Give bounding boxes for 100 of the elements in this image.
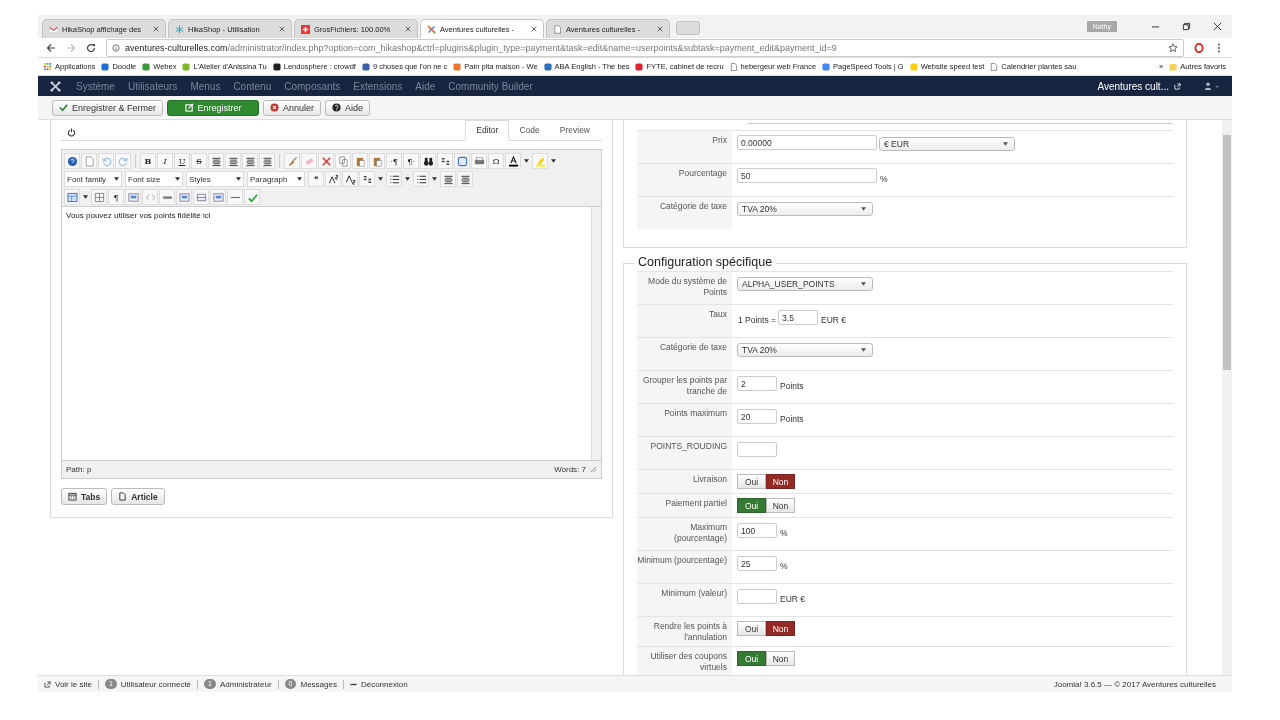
input-field[interactable]: 3.5 [778, 310, 819, 325]
hr-button[interactable] [193, 189, 209, 205]
editor-tab[interactable]: Code [509, 121, 550, 140]
paste-button[interactable] [369, 153, 385, 169]
caret-icon [83, 195, 88, 199]
admin-menu-item[interactable]: Extensions [353, 80, 403, 92]
article-button[interactable]: Article [111, 488, 165, 505]
symbol-button[interactable]: ·¶ [386, 153, 402, 169]
brush-button[interactable] [284, 153, 300, 169]
scrollbar[interactable] [591, 207, 601, 460]
symbol-button[interactable]: Ω [488, 153, 504, 169]
star-icon[interactable] [1168, 42, 1178, 53]
input-field[interactable] [737, 589, 777, 604]
close-icon[interactable] [531, 26, 537, 32]
indent-button[interactable] [457, 171, 473, 187]
textcolor-button[interactable] [505, 153, 521, 169]
line-button[interactable] [227, 189, 243, 205]
subscript-button[interactable] [342, 171, 358, 187]
editor-text[interactable]: Vous pouvez utiliser vos points fidélité ici [66, 211, 211, 220]
toggle-option[interactable]: Oui [737, 651, 766, 667]
help-button[interactable] [64, 153, 80, 169]
site-link[interactable]: Aventures cult... [1097, 80, 1169, 92]
format-dropdown[interactable]: Paragraph [247, 171, 305, 187]
external-link-icon[interactable] [1174, 82, 1181, 90]
toggle-option[interactable]: Non [766, 651, 795, 667]
fullscreen-button[interactable] [454, 153, 470, 169]
input-field[interactable] [737, 442, 777, 457]
reload-icon[interactable] [86, 42, 96, 53]
toggle-option[interactable]: Oui [737, 498, 766, 513]
close-icon[interactable] [405, 26, 411, 32]
restore-icon[interactable] [1182, 22, 1191, 31]
format-dropdown[interactable]: Font family [64, 171, 122, 187]
symbol-button[interactable]: ¶ [108, 189, 124, 205]
italic-button[interactable]: I [157, 153, 173, 169]
status-link[interactable]: Déconnexion [360, 679, 408, 689]
currency-dropdown[interactable]: € EUR [879, 137, 1015, 151]
toggle-option[interactable]: Non [766, 474, 795, 489]
scrollbar[interactable] [1222, 120, 1232, 675]
admin-menu-item[interactable]: Composants [284, 80, 341, 92]
resize-handle-icon[interactable] [590, 466, 597, 473]
underline-button[interactable]: U [174, 153, 190, 169]
toggle-option[interactable]: Oui [737, 621, 766, 636]
input-field[interactable]: 0.00000 [737, 135, 877, 150]
help-button[interactable]: Aide [325, 99, 371, 116]
symbol-button[interactable]: ¶· [403, 153, 419, 169]
editor-tab[interactable]: Editor [465, 120, 510, 141]
input-field[interactable]: 20 [737, 409, 777, 424]
admin-menu-item[interactable]: Utilisateurs [127, 80, 178, 92]
input-field[interactable]: 25 [737, 556, 777, 571]
select-dropdown[interactable]: ALPHA_USER_POINTS [737, 277, 873, 291]
tabs-button[interactable]: Tabs [61, 488, 108, 505]
bold-button[interactable]: B [140, 153, 156, 169]
align-button[interactable] [242, 153, 258, 169]
admin-menu-item[interactable]: Système [76, 80, 115, 92]
paste-button[interactable] [352, 153, 368, 169]
close-icon[interactable] [153, 26, 159, 32]
strike-button[interactable]: S [191, 153, 207, 169]
back-icon[interactable] [46, 42, 56, 53]
list-button[interactable] [386, 171, 402, 187]
binoculars-button[interactable] [420, 153, 436, 169]
editor-tab[interactable]: Preview [549, 121, 600, 140]
cut-button[interactable] [318, 153, 334, 169]
close-icon[interactable] [657, 26, 663, 32]
info-icon[interactable] [112, 43, 120, 52]
cancel-button[interactable]: Annuler [263, 99, 322, 116]
image-button[interactable] [176, 189, 192, 205]
admin-menu-item[interactable]: Menus [190, 80, 221, 92]
ring-icon[interactable] [1194, 42, 1204, 53]
user-icon[interactable] [1204, 82, 1220, 90]
input-field[interactable]: 50 [737, 168, 877, 183]
save-close-button[interactable]: Enregistrer & Fermer [52, 99, 164, 116]
close-icon[interactable] [279, 26, 285, 32]
print-button[interactable] [471, 153, 487, 169]
select-dropdown[interactable]: TVA 20% [737, 202, 873, 216]
indent-button[interactable] [440, 171, 456, 187]
admin-menu-item[interactable]: Aide [415, 80, 436, 92]
image-button[interactable] [210, 189, 226, 205]
format-dropdown[interactable]: Font size [125, 171, 183, 187]
toggle-option[interactable]: Oui [737, 474, 766, 489]
symbol-button[interactable]: ❝ [308, 171, 324, 187]
align-button[interactable] [225, 153, 241, 169]
toggle-option[interactable]: Non [766, 498, 795, 513]
input-field[interactable]: 100 [737, 523, 777, 538]
align-button[interactable] [208, 153, 224, 169]
power-icon[interactable] [67, 127, 76, 137]
image-button[interactable] [125, 189, 141, 205]
admin-menu-item[interactable]: Community Builder [448, 80, 533, 92]
spellcheck-button[interactable] [244, 189, 260, 205]
address-bar[interactable]: aventures-culturelles.com/administrator/index.php?option=com_hikashop&ctrl=plugins&plugin_type=payment&task=edit&name=userpoints&subtask=payment_edit&payment_id=9 [106, 38, 1184, 57]
format-dropdown[interactable]: Styles [186, 171, 244, 187]
admin-menu-item[interactable]: Contenu [233, 80, 272, 92]
status-link[interactable]: Voir le site [55, 679, 92, 689]
input-field[interactable]: 2 [737, 376, 777, 391]
toggle-option[interactable]: Non [766, 621, 795, 636]
superscript-button[interactable] [325, 171, 341, 187]
align-button[interactable] [259, 153, 275, 169]
close-icon[interactable] [1213, 22, 1222, 31]
select-dropdown[interactable]: TVA 20% [737, 343, 873, 357]
list-button[interactable] [413, 171, 429, 187]
save-button[interactable]: Enregistrer [167, 99, 260, 116]
